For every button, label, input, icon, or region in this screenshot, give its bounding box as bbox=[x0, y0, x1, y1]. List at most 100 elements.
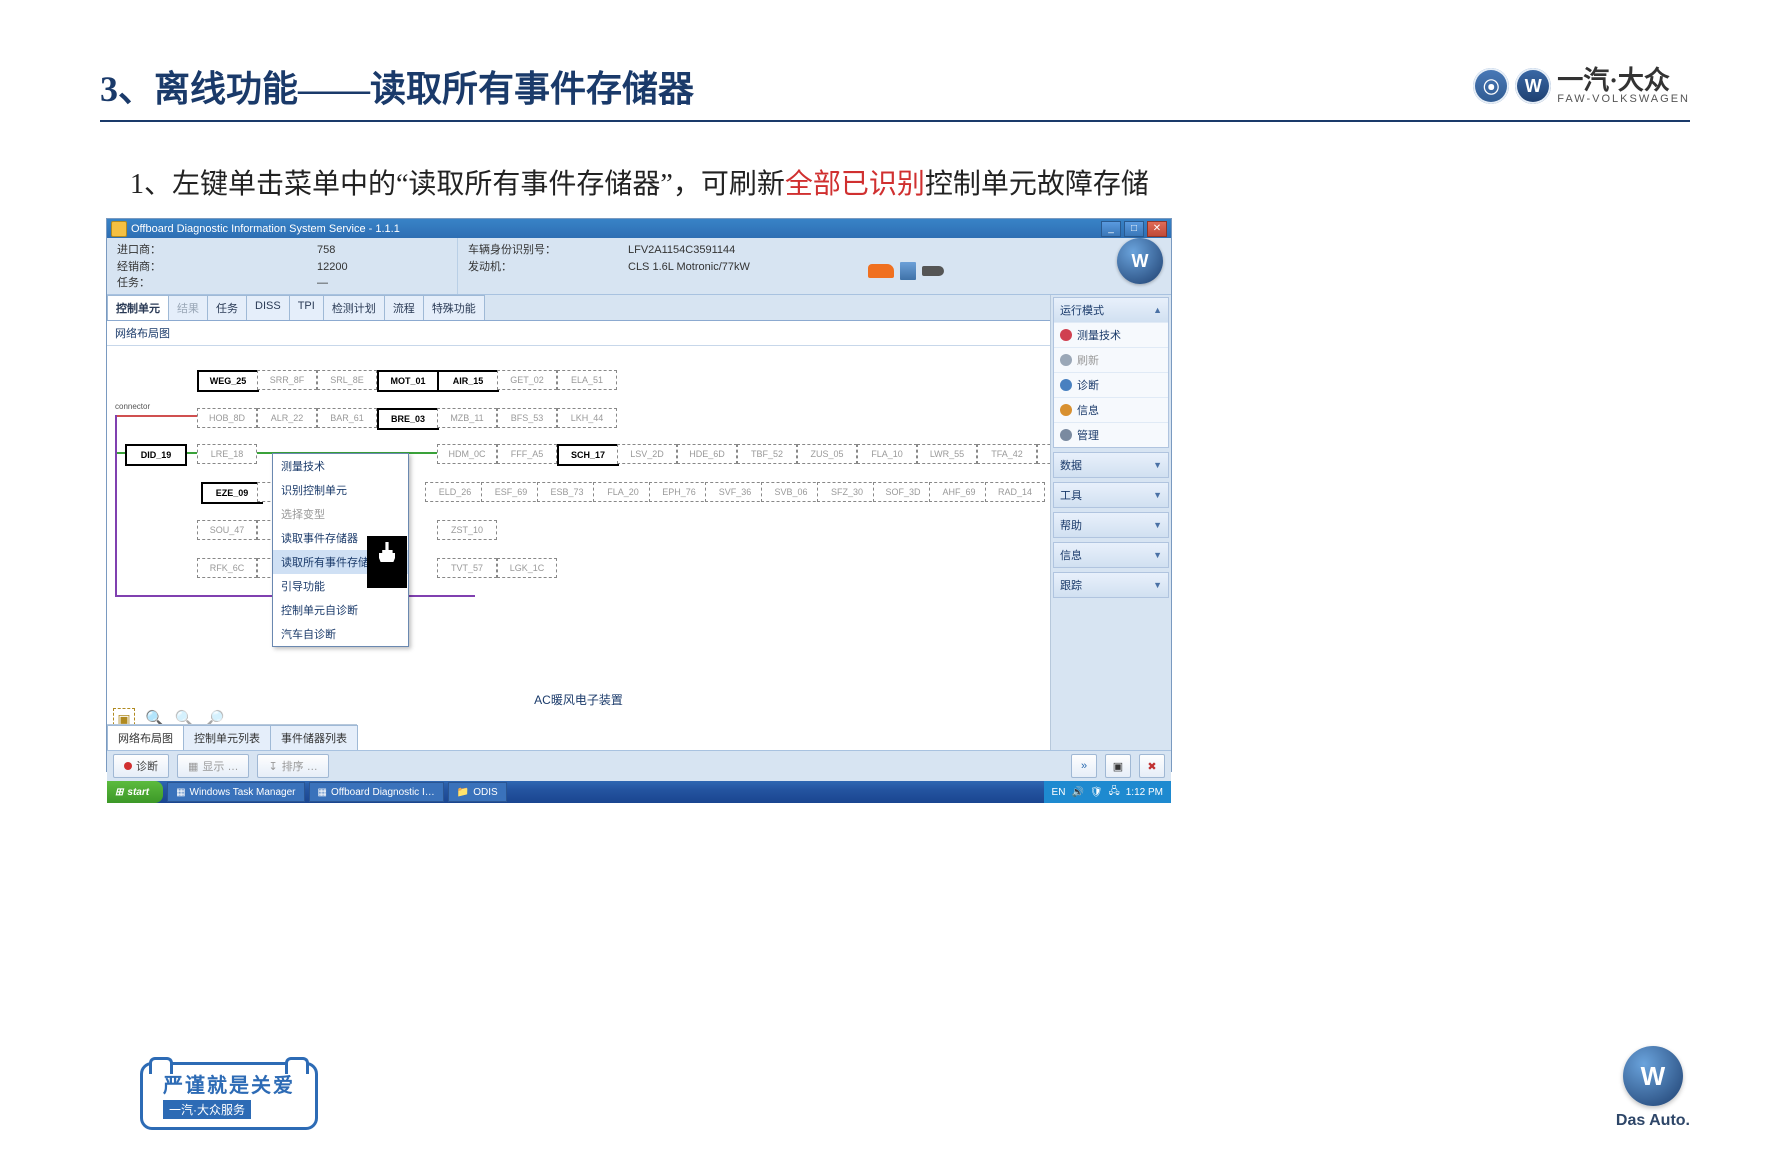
tab-3[interactable]: DISS bbox=[246, 295, 290, 320]
ecu-node[interactable]: LRE_18 bbox=[197, 444, 257, 464]
network-diagram[interactable]: connector 测量技术识别控制单元选择变型读取事件存储器读取所有事件存储器… bbox=[107, 346, 1050, 750]
ecu-node[interactable]: ZST_10 bbox=[437, 520, 497, 540]
ecu-node[interactable]: HOB_8D bbox=[197, 408, 257, 428]
side-section-5[interactable]: 跟踪▼ bbox=[1054, 573, 1168, 597]
ecu-node[interactable]: HDE_6D bbox=[677, 444, 737, 464]
tray-network-icon[interactable]: 🖧 bbox=[1109, 784, 1120, 801]
side-section-0[interactable]: 运行模式▲ bbox=[1054, 298, 1168, 322]
view-tab-0[interactable]: 网络布局图 bbox=[107, 725, 184, 750]
ecu-node[interactable]: BRE_03 bbox=[377, 408, 439, 430]
tab-4[interactable]: TPI bbox=[289, 295, 324, 320]
ecu-node[interactable]: TFA_42 bbox=[977, 444, 1037, 464]
ecu-node[interactable]: CZZ_4F bbox=[1037, 444, 1050, 464]
tab-5[interactable]: 检测计划 bbox=[323, 295, 385, 320]
ecu-node[interactable]: ALR_22 bbox=[257, 408, 317, 428]
ecu-node[interactable]: HDM_0C bbox=[437, 444, 497, 464]
start-button[interactable]: ⊞ start bbox=[107, 781, 163, 803]
chevron-icon: ▼ bbox=[1153, 490, 1162, 500]
side-item-label: 信息 bbox=[1077, 402, 1099, 418]
side-section-2[interactable]: 工具▼ bbox=[1054, 483, 1168, 507]
side-section-1[interactable]: 数据▼ bbox=[1054, 453, 1168, 477]
minimize-button[interactable]: _ bbox=[1101, 221, 1121, 237]
tab-1[interactable]: 结果 bbox=[168, 295, 208, 320]
ecu-node[interactable]: EPH_76 bbox=[649, 482, 709, 502]
ecu-node[interactable]: AHF_69 bbox=[929, 482, 989, 502]
sort-button[interactable]: ↧排序 … bbox=[257, 754, 328, 778]
stop-button[interactable]: ✖ bbox=[1139, 754, 1165, 778]
ecu-node[interactable]: SRR_8F bbox=[257, 370, 317, 390]
tab-6[interactable]: 流程 bbox=[384, 295, 424, 320]
ecu-node[interactable]: BAR_61 bbox=[317, 408, 377, 428]
close-button[interactable]: ✕ bbox=[1147, 221, 1167, 237]
ecu-node[interactable]: AIR_15 bbox=[437, 370, 499, 392]
diag-button-label: 诊断 bbox=[136, 758, 158, 774]
ecu-node[interactable]: RAD_14 bbox=[985, 482, 1045, 502]
show-button[interactable]: ▦显示 … bbox=[177, 754, 249, 778]
ecu-node[interactable]: ESB_73 bbox=[537, 482, 597, 502]
taskbar-task-0[interactable]: ▦Windows Task Manager bbox=[167, 782, 304, 802]
ecu-node[interactable]: TVT_57 bbox=[437, 558, 497, 578]
tab-7[interactable]: 特殊功能 bbox=[423, 295, 485, 320]
side-item-0-4[interactable]: 管理 bbox=[1054, 422, 1168, 447]
ecu-node[interactable]: FFF_A5 bbox=[497, 444, 557, 464]
ecu-node[interactable]: TBF_52 bbox=[737, 444, 797, 464]
view-tab-1[interactable]: 控制单元列表 bbox=[183, 725, 271, 750]
system-tray[interactable]: EN 🔊 🛡 🖧 1:12 PM bbox=[1044, 781, 1171, 803]
context-item-1[interactable]: 识别控制单元 bbox=[273, 478, 408, 502]
ecu-node[interactable]: MOT_01 bbox=[377, 370, 439, 392]
ecu-node[interactable]: DID_19 bbox=[125, 444, 187, 466]
ecu-node[interactable]: SVF_36 bbox=[705, 482, 765, 502]
side-item-icon bbox=[1060, 379, 1072, 391]
ecu-node[interactable]: SOF_3D bbox=[873, 482, 933, 502]
view-tab-2[interactable]: 事件储器列表 bbox=[270, 725, 358, 750]
odis-app-window: Offboard Diagnostic Information System S… bbox=[106, 218, 1172, 772]
context-item-6[interactable]: 控制单元自诊断 bbox=[273, 598, 408, 622]
vw-logo-icon: W bbox=[1515, 68, 1551, 104]
main-tabs: 控制单元结果任务DISSTPI检测计划流程特殊功能 bbox=[107, 295, 1050, 321]
tab-0[interactable]: 控制单元 bbox=[107, 295, 169, 320]
ecu-node[interactable]: EZE_09 bbox=[201, 482, 263, 504]
ecu-node[interactable]: LWR_55 bbox=[917, 444, 977, 464]
ecu-node[interactable]: WEG_25 bbox=[197, 370, 259, 392]
ecu-node[interactable]: LGK_1C bbox=[497, 558, 557, 578]
ecu-node[interactable]: GET_02 bbox=[497, 370, 557, 390]
context-item-7[interactable]: 汽车自诊断 bbox=[273, 622, 408, 646]
diag-button[interactable]: 诊断 bbox=[113, 754, 169, 778]
ecu-node[interactable]: FLA_10 bbox=[857, 444, 917, 464]
side-item-0-2[interactable]: 诊断 bbox=[1054, 372, 1168, 397]
taskbar-task-1[interactable]: ▦Offboard Diagnostic I… bbox=[309, 782, 444, 802]
ecu-node[interactable]: SFZ_30 bbox=[817, 482, 877, 502]
engine-label: 发动机： bbox=[468, 259, 608, 276]
ecu-node[interactable]: LKH_44 bbox=[557, 408, 617, 428]
tab-2[interactable]: 任务 bbox=[207, 295, 247, 320]
slide-heading: 3、离线功能——读取所有事件存储器 ⦿ W 一汽·大众 FAW-VOLKSWAG… bbox=[100, 60, 1690, 122]
ecu-node[interactable]: SRL_8E bbox=[317, 370, 377, 390]
tray-shield-icon[interactable]: 🛡 bbox=[1090, 787, 1103, 798]
ecu-node[interactable]: LSV_2D bbox=[617, 444, 677, 464]
ecu-node[interactable]: SOU_47 bbox=[197, 520, 257, 540]
tray-volume-icon[interactable]: 🔊 bbox=[1071, 787, 1083, 798]
vin-value: LFV2A1154C3591144 bbox=[628, 242, 858, 259]
next-button[interactable]: » bbox=[1071, 754, 1097, 778]
ecu-node[interactable]: ESF_69 bbox=[481, 482, 541, 502]
context-item-0[interactable]: 测量技术 bbox=[273, 454, 408, 478]
side-section-3[interactable]: 帮助▼ bbox=[1054, 513, 1168, 537]
ecu-node[interactable]: SVB_06 bbox=[761, 482, 821, 502]
maximize-button[interactable]: □ bbox=[1124, 221, 1144, 237]
ecu-node[interactable]: SCH_17 bbox=[557, 444, 619, 466]
taskbar-task-2[interactable]: 📁ODIS bbox=[448, 782, 507, 802]
side-item-icon bbox=[1060, 354, 1072, 366]
side-item-0-3[interactable]: 信息 bbox=[1054, 397, 1168, 422]
ecu-node[interactable]: ELA_51 bbox=[557, 370, 617, 390]
ecu-node[interactable]: BFS_53 bbox=[497, 408, 557, 428]
side-section-4[interactable]: 信息▼ bbox=[1054, 543, 1168, 567]
ecu-node[interactable]: ELD_26 bbox=[425, 482, 485, 502]
ecu-node[interactable]: FLA_20 bbox=[593, 482, 653, 502]
ecu-node[interactable]: RFK_6C bbox=[197, 558, 257, 578]
ecu-node[interactable]: MZB_11 bbox=[437, 408, 497, 428]
side-item-icon bbox=[1060, 404, 1072, 416]
tray-lang[interactable]: EN bbox=[1052, 787, 1066, 798]
ecu-node[interactable]: ZUS_05 bbox=[797, 444, 857, 464]
layout-button[interactable]: ▣ bbox=[1105, 754, 1131, 778]
side-item-0-0[interactable]: 测量技术 bbox=[1054, 322, 1168, 347]
